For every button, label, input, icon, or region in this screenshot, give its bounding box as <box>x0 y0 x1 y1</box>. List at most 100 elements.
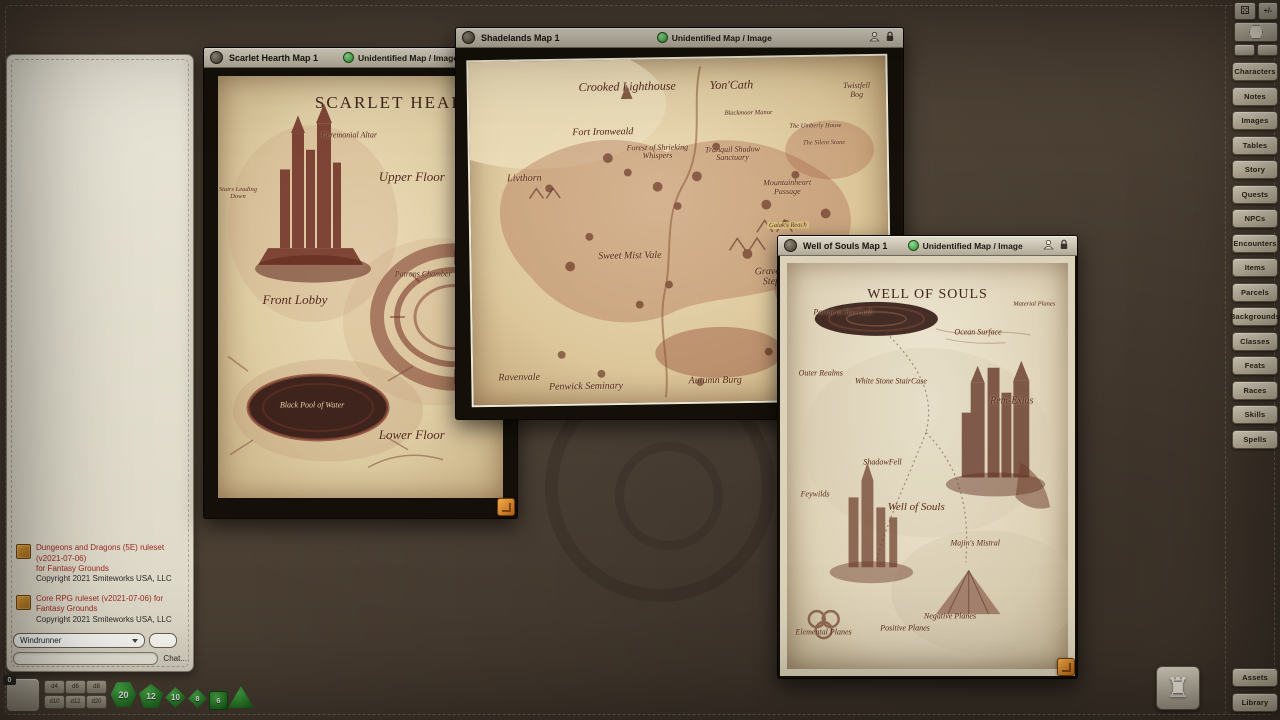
radial-menu-button[interactable] <box>784 239 797 252</box>
sidebar-tab-quests[interactable]: Quests <box>1232 185 1278 204</box>
map-label: Portal to Yon'Cath <box>813 307 873 316</box>
die-d4-button[interactable]: d4 <box>44 680 65 694</box>
player-vision-icon[interactable] <box>869 29 880 47</box>
radial-menu-button[interactable] <box>462 31 475 44</box>
resize-handle[interactable] <box>1057 658 1075 676</box>
sidebar-tab-images[interactable]: Images <box>1232 111 1278 130</box>
die-d20-button[interactable]: d20 <box>86 695 107 709</box>
chat-message: Dungeons and Dragons (5E) ruleset (v2021… <box>16 543 184 585</box>
window-title: Shadelands Map 1 <box>481 33 560 43</box>
d20-icon <box>1249 25 1263 39</box>
sidebar-tab-parcels[interactable]: Parcels <box>1232 283 1278 302</box>
die-icon: ⚄ <box>1240 6 1250 17</box>
identity-value: Windrunner <box>20 636 61 645</box>
modifier-plus-minus-button[interactable]: +/- <box>1258 2 1278 20</box>
map-label: White Stone StairCase <box>855 376 927 385</box>
ruleset-message-text: for Fantasy Grounds <box>36 564 184 574</box>
map-label: Material Planes <box>1013 300 1055 307</box>
die-d6-button[interactable]: d6 <box>65 680 86 694</box>
map-illustration <box>787 263 1068 669</box>
lock-icon[interactable] <box>885 29 895 47</box>
sidebar-tab-skills[interactable]: Skills <box>1232 405 1278 424</box>
map-label: Majin's Mistral <box>951 539 1001 548</box>
green-d12-die[interactable]: 12 <box>139 684 163 708</box>
radial-menu-button[interactable] <box>210 51 223 64</box>
window-titlebar[interactable]: Shadelands Map 1 Unidentified Map / Imag… <box>456 28 903 48</box>
pointer-tool-button[interactable] <box>1234 44 1255 56</box>
sidebar-tabs: Characters Notes Images Tables Story Que… <box>1232 62 1278 449</box>
map-label: Mountainheart Passage <box>751 179 823 197</box>
sidebar-tab-items[interactable]: Items <box>1232 258 1278 277</box>
d20-panel-button[interactable] <box>1234 22 1278 42</box>
status-group: Unidentified Map / Image <box>343 52 458 63</box>
map-label: Autumn Burg <box>689 375 742 387</box>
sidebar-tab-library[interactable]: Library <box>1232 693 1278 712</box>
status-dot-icon <box>343 52 354 63</box>
map-label: Upper Floor <box>379 169 445 185</box>
sidebar-tab-characters[interactable]: Characters <box>1232 62 1278 81</box>
chat-panel: Dungeons and Dragons (5E) ruleset (v2021… <box>6 54 194 672</box>
sidebar-tab-notes[interactable]: Notes <box>1232 87 1278 106</box>
modifier-value: 0 <box>3 675 16 685</box>
status-label: Unidentified Map / Image <box>358 53 458 63</box>
map-label: Well of Souls <box>888 501 945 513</box>
player-vision-icon[interactable] <box>1043 237 1054 255</box>
sidebar-tab-backgrounds[interactable]: Backgrounds <box>1232 307 1278 326</box>
map-label: Ravenvale <box>498 371 540 383</box>
status-dot-icon <box>908 240 919 251</box>
map-label: Rem-Exius <box>990 396 1033 407</box>
ruleset-message-text: Dungeons and Dragons (5E) ruleset (v2021… <box>36 543 184 564</box>
die-d12-button[interactable]: d12 <box>65 695 86 709</box>
map-label: Penwick Seminary <box>549 380 623 392</box>
sidebar-tab-feats[interactable]: Feats <box>1232 356 1278 375</box>
status-group: Unidentified Map / Image <box>657 32 772 43</box>
map-label: Feywilds <box>801 490 830 499</box>
sidebar-tab-npcs[interactable]: NPCs <box>1232 209 1278 228</box>
identity-dropdown[interactable]: Windrunner <box>13 633 145 648</box>
dice-tower-button[interactable]: ♜ <box>1156 666 1200 710</box>
window-titlebar[interactable]: Well of Souls Map 1 Unidentified Map / I… <box>778 236 1077 256</box>
map-label: ShadowFell <box>863 457 901 466</box>
green-d4-die[interactable] <box>228 685 254 709</box>
tower-icon: ♜ <box>1166 673 1190 704</box>
map-label: Front Lobby <box>262 292 327 308</box>
green-d10-die[interactable]: 10 <box>165 687 186 708</box>
chat-input[interactable] <box>13 652 158 665</box>
green-d8-die[interactable]: 8 <box>188 689 207 708</box>
map-viewport[interactable]: WELL OF SOULS Portal to Yon'Cath Materia… <box>780 256 1075 676</box>
leather-seam <box>1225 6 1226 714</box>
resize-handle[interactable] <box>497 498 515 516</box>
ruleset-icon <box>16 544 31 559</box>
die-d10-button[interactable]: d10 <box>44 695 65 709</box>
chat-log[interactable]: Dungeons and Dragons (5E) ruleset (v2021… <box>7 55 193 631</box>
map-label: The Silent Stone <box>803 139 845 147</box>
window-title: Scarlet Hearth Map 1 <box>229 53 318 63</box>
map-label: Forest of Shrieking Whispers <box>620 143 694 161</box>
sidebar-tab-story[interactable]: Story <box>1232 160 1278 179</box>
green-d6-die[interactable]: 6 <box>209 691 228 710</box>
dice-controls-cluster: ⚄ +/- <box>1234 2 1278 56</box>
status-group: Unidentified Map / Image <box>908 240 1023 251</box>
sidebar-tab-classes[interactable]: Classes <box>1232 332 1278 351</box>
sidebar-tab-spells[interactable]: Spells <box>1232 430 1278 449</box>
map-label: Twistfell Bog <box>836 82 876 99</box>
sidebar-tab-assets[interactable]: Assets <box>1232 668 1278 687</box>
sidebar-tab-races[interactable]: Races <box>1232 381 1278 400</box>
sidebar-tab-encounters[interactable]: Encounters <box>1232 234 1278 253</box>
die-d8-button[interactable]: d8 <box>86 680 107 694</box>
map-label: Fort Ironweald <box>572 126 633 138</box>
target-tool-button[interactable] <box>1257 44 1278 56</box>
sidebar-bottom-tabs: Assets Library <box>1232 668 1278 712</box>
ruleset-copyright: Copyright 2021 Smiteworks USA, LLC <box>36 574 184 584</box>
map-label: Black Pool of Water <box>280 401 344 410</box>
map-label: Galak's Reach <box>767 222 809 230</box>
chat-mode-button[interactable] <box>149 633 177 648</box>
map-label: Outer Realms <box>799 368 843 377</box>
lock-icon[interactable] <box>1059 237 1069 255</box>
green-d20-die[interactable]: 20 <box>110 681 137 708</box>
map-label: Livthorn <box>507 172 542 184</box>
map-label: Yon'Cath <box>710 78 754 94</box>
sidebar-tab-tables[interactable]: Tables <box>1232 136 1278 155</box>
die-roll-button[interactable]: ⚄ <box>1234 2 1256 20</box>
window-title: Well of Souls Map 1 <box>803 241 887 251</box>
